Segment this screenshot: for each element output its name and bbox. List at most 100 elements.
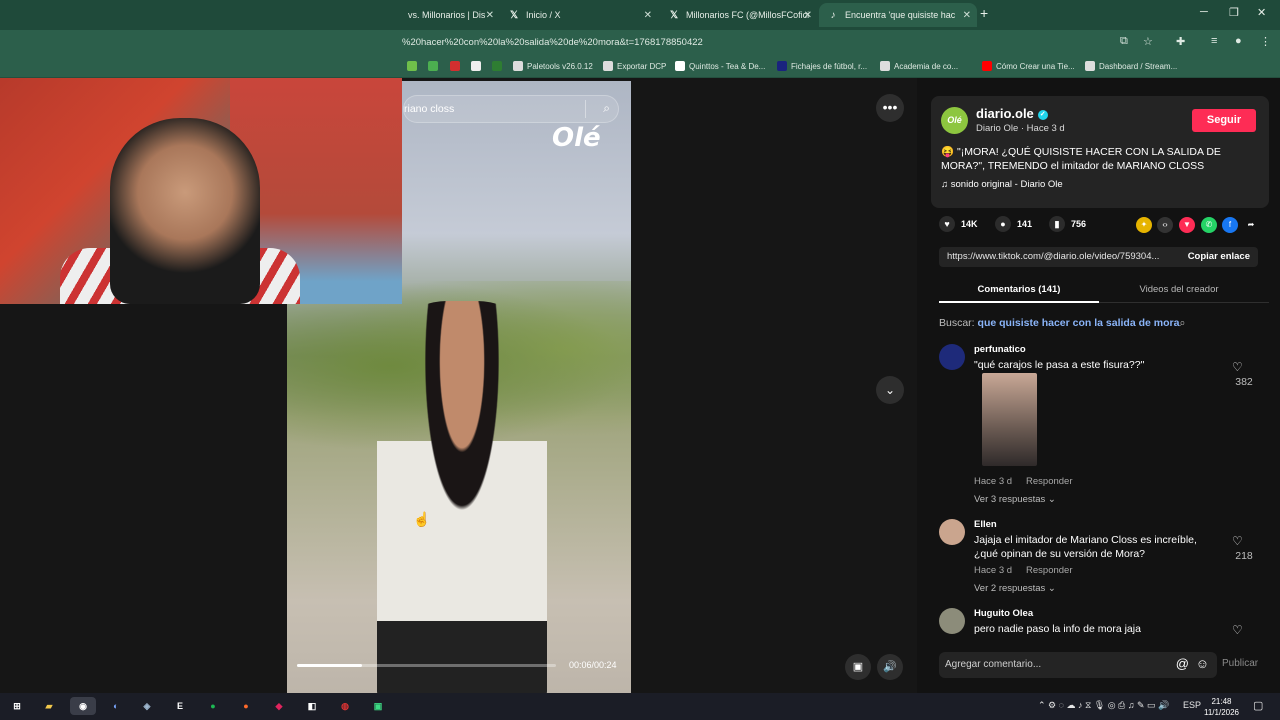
view-replies-button[interactable]: Ver 2 respuestas ⌄ <box>974 583 1056 594</box>
bookmark-fichajes[interactable]: Fichajes de fútbol, r... <box>777 61 867 71</box>
pip-icon[interactable]: ▣ <box>845 654 871 680</box>
minimize-icon[interactable]: ─ <box>1200 6 1208 18</box>
bookmark-quinttos[interactable]: Quinttos - Tea & De... <box>675 61 765 71</box>
save-button[interactable]: ▮ 756 <box>1049 216 1086 232</box>
heart-icon[interactable]: ♡ <box>1232 623 1243 637</box>
coin-icon[interactable]: ✦ <box>1136 217 1152 233</box>
view-replies-button[interactable]: Ver 3 respuestas ⌄ <box>974 494 1056 505</box>
spotify-icon[interactable]: ● <box>204 697 222 715</box>
sound-link[interactable]: ♫ sonido original - Diario Ole <box>941 179 1063 190</box>
bookmark-2[interactable] <box>428 61 442 71</box>
close-icon[interactable]: ✕ <box>963 10 971 21</box>
capcut-icon[interactable]: ◧ <box>303 697 321 715</box>
bookmark-1[interactable] <box>407 61 421 71</box>
comment-input[interactable]: Agregar comentario... @ ☺ <box>939 652 1217 678</box>
notifications-icon[interactable]: ▢ <box>1253 699 1263 712</box>
bookmark-dashboard[interactable]: Dashboard / Stream... <box>1085 61 1177 71</box>
steam-icon[interactable]: ◈ <box>138 697 156 715</box>
close-icon[interactable]: ✕ <box>486 10 494 21</box>
profile-avatar-icon[interactable]: ● <box>1235 35 1242 47</box>
link-field[interactable]: https://www.tiktok.com/@diario.ole/video… <box>939 247 1258 267</box>
tab-discord[interactable]: vs. Millonarios | Dis ✕ <box>400 3 500 27</box>
search-input[interactable]: riano closs ⌕ <box>403 95 619 123</box>
volume-icon[interactable]: 🔊 <box>877 654 903 680</box>
comment-button[interactable]: ● 141 <box>995 216 1032 232</box>
heart-icon[interactable]: ♡ <box>1232 360 1243 374</box>
file-explorer-icon[interactable]: ▰ <box>40 697 58 715</box>
reply-button[interactable]: Responder <box>1026 565 1072 576</box>
send-icon[interactable]: ▼ <box>1179 217 1195 233</box>
bookmark-5[interactable] <box>492 61 506 71</box>
comment-placeholder: Agregar comentario... <box>945 659 1042 670</box>
bookmark-paletools[interactable]: Paletools v26.0.12 <box>513 61 593 71</box>
chrome-icon[interactable]: ◉ <box>70 697 96 715</box>
next-video-chevron-icon[interactable]: ⌄ <box>876 376 904 404</box>
copy-link-button[interactable]: Copiar enlace <box>1188 251 1250 262</box>
close-window-icon[interactable]: ✕ <box>1257 6 1266 19</box>
epic-games-icon[interactable]: E <box>171 697 189 715</box>
avatar[interactable] <box>939 344 965 370</box>
origin-icon[interactable]: ● <box>237 697 255 715</box>
post-card: Olé diario.ole ✓ Diario Ole · Hace 3 d Se… <box>931 96 1269 208</box>
post-description: 😝 "¡MORA! ¿QUÉ QUISISTE HACER CON LA SAL… <box>941 146 1221 172</box>
comment-author[interactable]: Huguito Olea <box>974 608 1033 619</box>
comment-like-count: 218 <box>1235 550 1253 562</box>
avatar[interactable] <box>939 519 965 545</box>
windows-start-icon[interactable]: ⊞ <box>8 697 26 715</box>
language-indicator[interactable]: ESP <box>1183 700 1201 710</box>
menu-kebab-icon[interactable]: ⋮ <box>1260 35 1271 48</box>
tab-creator-videos[interactable]: Videos del creador <box>1099 284 1259 295</box>
facebook-icon[interactable]: f <box>1222 217 1238 233</box>
close-icon[interactable]: ✕ <box>804 10 812 21</box>
tab-x-home[interactable]: 𝕏 Inicio / X ✕ <box>500 3 658 27</box>
new-tab-button[interactable]: + <box>980 5 988 21</box>
search-icon[interactable]: ⌕ <box>603 101 610 116</box>
media-controls-icon[interactable]: ≡ <box>1211 35 1217 47</box>
adobe-icon[interactable]: ◆ <box>270 697 288 715</box>
more-options-icon[interactable]: ••• <box>876 94 904 122</box>
system-tray-icons[interactable]: ⌃ ⚙ ◌ ☁ ♪ ⧖ 🎙 ◎ ⎙ ♫ ✎ ▭ 🔊 <box>1038 700 1169 711</box>
install-app-icon[interactable]: ⧉ <box>1120 35 1128 48</box>
follow-button[interactable]: Seguir <box>1192 109 1256 132</box>
account-name[interactable]: diario.ole ✓ <box>976 106 1048 121</box>
verified-icon: ✓ <box>1037 109 1048 120</box>
avatar[interactable]: Olé <box>941 107 968 134</box>
link-text: https://www.tiktok.com/@diario.ole/video… <box>947 251 1160 262</box>
app-icon-2[interactable]: ◍ <box>336 697 354 715</box>
bookmark-academia[interactable]: Academia de co... <box>880 61 958 71</box>
video-progress-bar[interactable] <box>297 664 556 667</box>
mention-icon[interactable]: @ <box>1176 656 1189 671</box>
close-icon[interactable]: ✕ <box>644 10 652 21</box>
restore-icon[interactable]: ❐ <box>1229 6 1239 19</box>
comment-image[interactable] <box>982 373 1037 466</box>
app-icon-3[interactable]: ▣ <box>369 697 387 715</box>
tab-comments[interactable]: Comentarios (141) <box>939 284 1099 295</box>
embed-icon[interactable]: ‹› <box>1157 217 1173 233</box>
post-comment-button[interactable]: Publicar <box>1222 658 1258 669</box>
bookmark-exportar-dcp[interactable]: Exportar DCP <box>603 61 666 71</box>
extensions-icon[interactable]: ✚ <box>1176 35 1185 48</box>
avatar[interactable] <box>939 608 965 634</box>
comment-author[interactable]: Ellen <box>974 519 997 530</box>
search-suggestion[interactable]: Buscar: que quisiste hacer con la salida… <box>939 317 1185 330</box>
whatsapp-icon[interactable]: ✆ <box>1201 217 1217 233</box>
like-button[interactable]: ♥ 14K <box>939 216 978 232</box>
share-arrow-icon[interactable]: ➦ <box>1243 217 1259 233</box>
search-input-value: riano closs <box>404 103 455 115</box>
bookmark-youtube[interactable]: Cómo Crear una Tie... <box>982 61 1075 71</box>
heart-icon[interactable]: ♡ <box>1232 534 1243 548</box>
clock[interactable]: 21:48 11/1/2026 <box>1204 696 1239 718</box>
bookmark-star-icon[interactable]: ☆ <box>1143 35 1153 48</box>
app-icon[interactable]: ◐ <box>107 697 125 715</box>
tab-tiktok[interactable]: ♪ Encuentra 'que quisiste hac ✕ <box>819 3 977 27</box>
emoji-icon[interactable]: ☺ <box>1196 656 1209 671</box>
ole-watermark-logo: Olé <box>552 123 601 153</box>
search-icon: ⌕ <box>1179 317 1186 329</box>
reply-button[interactable]: Responder <box>1026 476 1072 487</box>
bookmark-3[interactable] <box>450 61 464 71</box>
comment-icon: ● <box>995 216 1011 232</box>
comment-author[interactable]: perfunatico <box>974 344 1026 355</box>
tab-millonarios-x[interactable]: 𝕏 Millonarios FC (@MillosFCofici ✕ <box>660 3 818 27</box>
bookmark-4[interactable] <box>471 61 485 71</box>
url-field[interactable]: %20hacer%20con%20la%20salida%20de%20mora… <box>402 37 703 48</box>
